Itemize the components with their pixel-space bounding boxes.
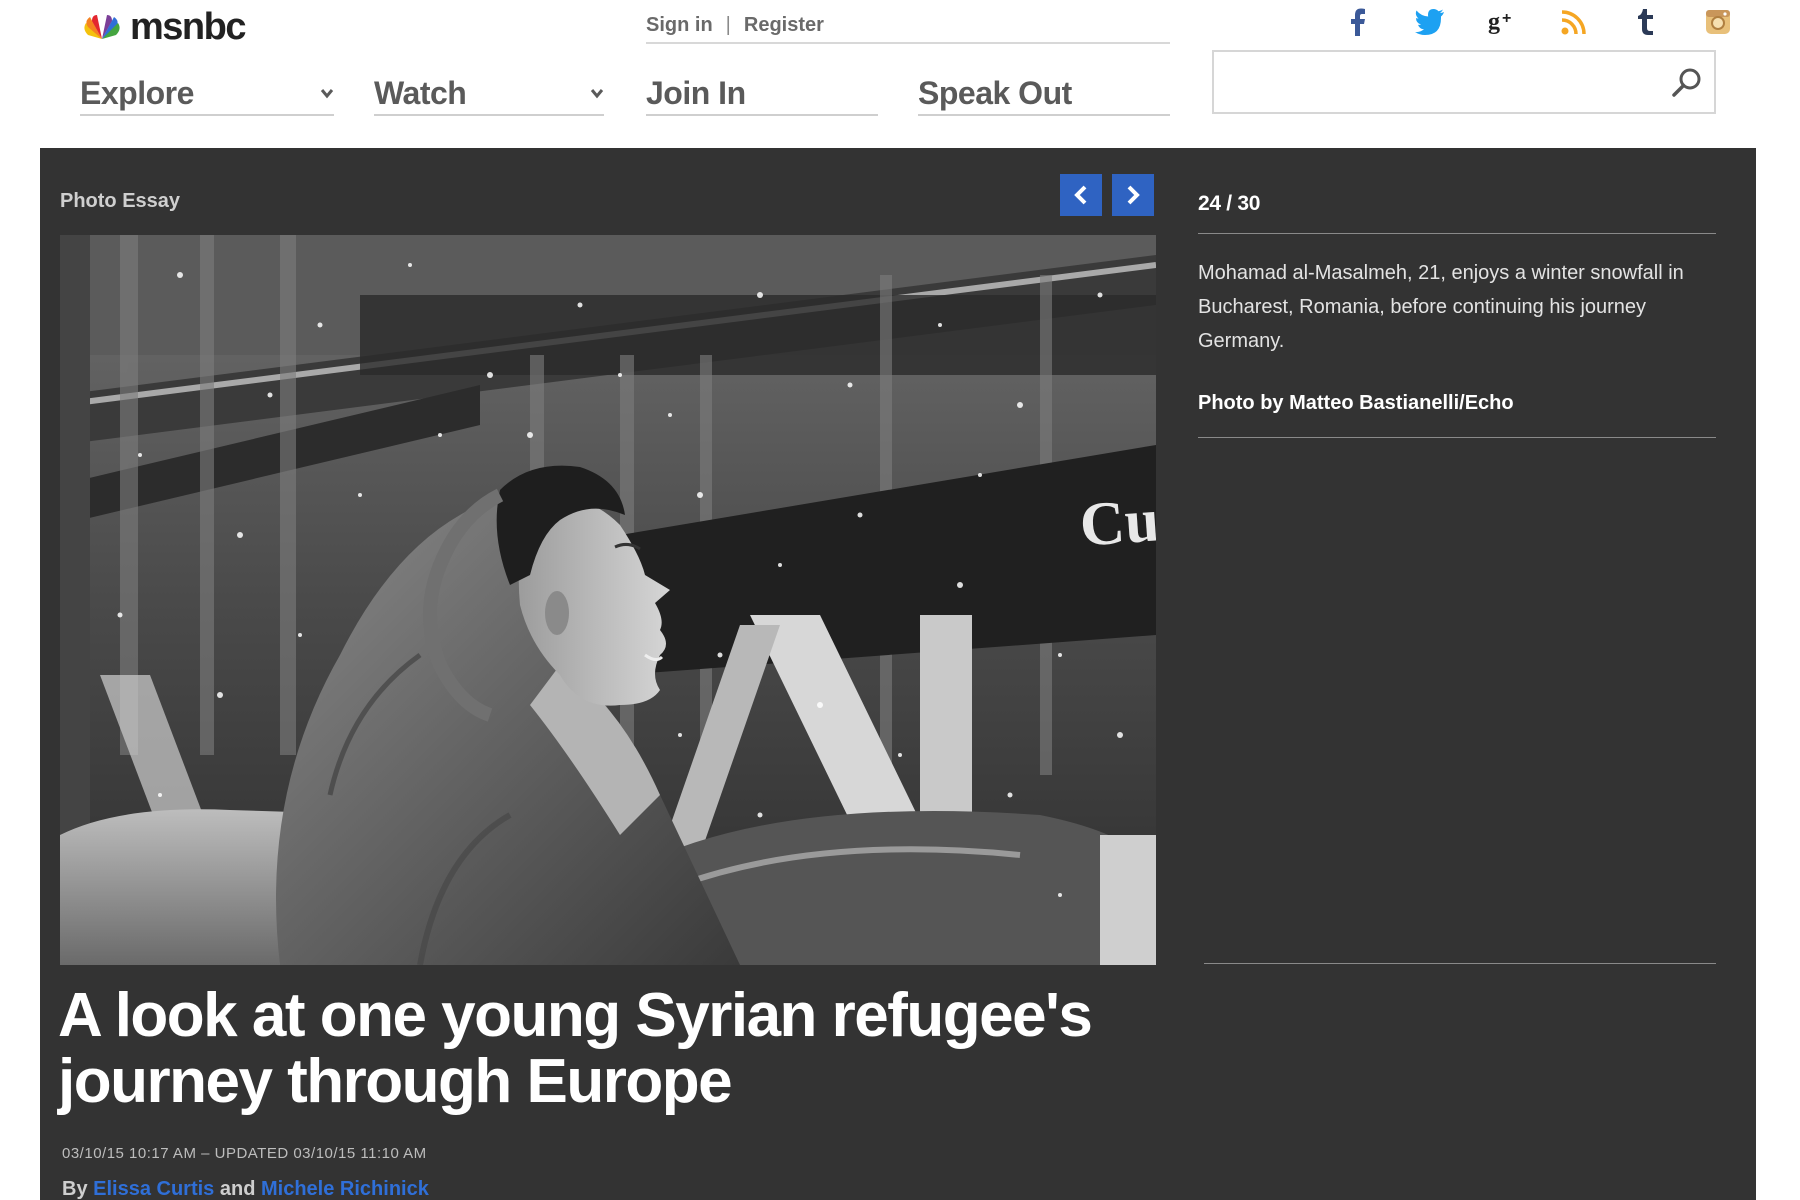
- search-input[interactable]: [1224, 60, 1644, 104]
- photo-caption: Mohamad al-Masalmeh, 21, enjoys a winter…: [1198, 262, 1684, 352]
- search-box: [1212, 50, 1716, 114]
- divider: [1198, 233, 1716, 234]
- nav-speak-out-label: Speak Out: [918, 74, 1072, 111]
- nav-join-in[interactable]: Join In: [646, 72, 878, 116]
- account-links: Sign in | Register: [646, 8, 1170, 44]
- byline-prefix: By: [62, 1178, 88, 1200]
- previous-photo-button[interactable]: [1060, 174, 1102, 216]
- logo-wordmark: msnbc: [130, 6, 246, 48]
- essay-photo[interactable]: Cup: [60, 235, 1156, 965]
- rss-icon[interactable]: [1556, 4, 1592, 40]
- photo-credit: Photo by Matteo Bastianelli/Echo: [1198, 392, 1514, 414]
- article-byline: By Elissa Curtis and Michele Richinick: [62, 1178, 429, 1200]
- photo-essay-panel: Photo Essay Cup A look at one young Syri…: [40, 148, 1756, 1200]
- byline-and: and: [219, 1178, 256, 1200]
- nav-watch-label: Watch: [374, 74, 467, 111]
- photo-illustration: Cup: [60, 235, 1156, 965]
- author-link[interactable]: Michele Richinick: [261, 1178, 429, 1200]
- svg-text:+: +: [1502, 10, 1511, 27]
- twitter-icon[interactable]: [1412, 4, 1448, 40]
- article-dateline: 03/10/15 10:17 AM – UPDATED 03/10/15 11:…: [62, 1145, 427, 1162]
- photo-counter: 24 / 30: [1198, 192, 1261, 215]
- chevron-down-icon: [320, 89, 334, 99]
- sign-in-link[interactable]: Sign in: [646, 14, 713, 37]
- msnbc-logo[interactable]: msnbc: [80, 6, 246, 48]
- facebook-icon[interactable]: [1340, 4, 1376, 40]
- divider: [1204, 963, 1716, 964]
- nav-speak-out[interactable]: Speak Out: [918, 72, 1170, 116]
- chevron-down-icon: [590, 89, 604, 99]
- author-link[interactable]: Elissa Curtis: [93, 1178, 214, 1200]
- nav-explore-label: Explore: [80, 74, 194, 111]
- site-header: msnbc Sign in | Register Explore Watch J…: [0, 0, 1800, 148]
- link-separator: |: [725, 13, 731, 36]
- peacock-logo-icon: [84, 15, 120, 39]
- tumblr-icon[interactable]: [1628, 4, 1664, 40]
- instagram-icon[interactable]: [1700, 4, 1736, 40]
- chevron-left-icon: [1074, 185, 1087, 205]
- register-link[interactable]: Register: [744, 14, 824, 37]
- article-headline: A look at one young Syrian refugee's jou…: [58, 981, 1093, 1116]
- nav-explore[interactable]: Explore: [80, 72, 334, 116]
- chevron-right-icon: [1127, 185, 1140, 205]
- google-plus-icon[interactable]: g +: [1484, 4, 1520, 40]
- svg-text:g: g: [1488, 9, 1500, 35]
- section-label: Photo Essay: [60, 190, 181, 212]
- next-photo-button[interactable]: [1112, 174, 1154, 216]
- nav-join-in-label: Join In: [646, 74, 746, 111]
- nav-watch[interactable]: Watch: [374, 72, 604, 116]
- divider: [1198, 437, 1716, 438]
- storefront-sign-text: Cup: [1078, 484, 1156, 560]
- search-icon[interactable]: [1670, 66, 1704, 100]
- social-links: g +: [1320, 4, 1800, 40]
